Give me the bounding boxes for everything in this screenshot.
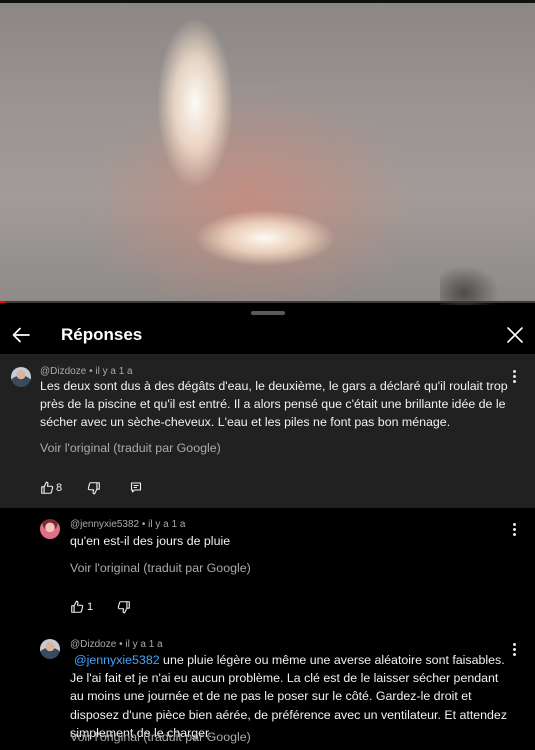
video-frame-detail [440, 265, 500, 305]
comment-time: il y a 1 a [148, 519, 186, 530]
comment-author[interactable]: @Dizdoze [40, 366, 86, 377]
page-title: Réponses [61, 325, 143, 344]
meta-separator: • [141, 519, 146, 530]
thumb-up-icon[interactable] [70, 600, 86, 616]
reply-comment: @jennyxie5382 • il y a 1 a qu'en est-il … [0, 508, 535, 630]
comment-time: il y a 1 a [95, 366, 133, 377]
comment-meta: @jennyxie5382 • il y a 1 a [70, 519, 185, 530]
meta-separator: • [89, 366, 93, 377]
thumb-up-icon[interactable] [40, 481, 56, 497]
comment-author[interactable]: @jennyxie5382 [70, 519, 139, 530]
thumb-down-icon[interactable] [87, 481, 103, 497]
meta-separator: • [119, 639, 123, 650]
see-original-link[interactable]: Voir l'original (traduit par Google) [40, 441, 221, 455]
comment-time: il y a 1 a [125, 639, 163, 650]
replies-header: Réponses [0, 318, 535, 354]
avatar[interactable] [40, 519, 60, 539]
comment-author[interactable]: @Dizdoze [70, 639, 116, 650]
user-mention-link[interactable]: @jennyxie5382 [74, 653, 160, 667]
thumb-down-icon[interactable] [117, 600, 133, 616]
parent-comment: @Dizdoze • il y a 1 a Les deux sont dus … [0, 354, 535, 508]
arrow-left-icon[interactable] [8, 322, 34, 348]
avatar[interactable] [11, 367, 31, 387]
close-icon[interactable] [502, 322, 528, 348]
comment-meta: @Dizdoze • il y a 1 a [70, 639, 163, 650]
video-progress-fill [0, 301, 6, 303]
comment-text: qu'en est-il des jours de pluie [70, 534, 231, 548]
video-progress-bar[interactable] [0, 301, 535, 303]
see-original-link[interactable]: Voir l'original (traduit par Google) [70, 730, 251, 744]
reply-comment: @Dizdoze • il y a 1 a @jennyxie5382 une … [0, 630, 535, 750]
comment-text: @jennyxie5382 une pluie légère ou même u… [70, 651, 515, 742]
comment-text: Les deux sont dus à des dégâts d'eau, le… [40, 379, 508, 430]
like-count: 1 [87, 601, 94, 613]
like-count: 8 [56, 482, 63, 494]
comment-meta: @Dizdoze • il y a 1 a [40, 366, 133, 377]
see-original-link[interactable]: Voir l'original (traduit par Google) [70, 561, 251, 575]
avatar[interactable] [40, 639, 60, 659]
reply-icon[interactable] [130, 481, 146, 497]
video-player[interactable] [0, 0, 535, 305]
panel-drag-handle[interactable] [251, 311, 285, 315]
